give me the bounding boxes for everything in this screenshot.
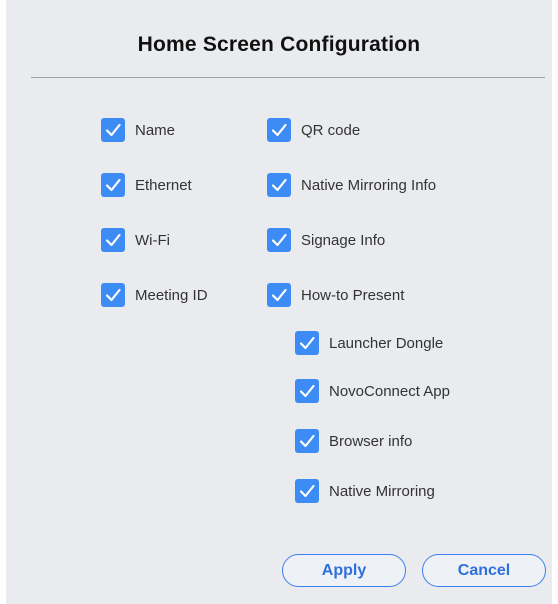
checkmark-icon — [267, 118, 291, 142]
checkbox-name[interactable]: Name — [101, 117, 175, 143]
checkmark-icon — [101, 283, 125, 307]
checkbox-native-mirroring-info[interactable]: Native Mirroring Info — [267, 172, 436, 198]
checkmark-icon — [267, 228, 291, 252]
checkbox-browser-info[interactable]: Browser info — [295, 428, 412, 454]
checkmark-icon — [295, 479, 319, 503]
checkmark-icon — [101, 228, 125, 252]
checkbox-label: Signage Info — [301, 231, 386, 249]
home-screen-config-dialog: Home Screen Configuration Name Ethernet … — [6, 0, 552, 604]
checkbox-novoconnect-app[interactable]: NovoConnect App — [295, 378, 450, 404]
checkmark-icon — [295, 379, 319, 403]
checkbox-wifi[interactable]: Wi-Fi — [101, 227, 170, 253]
checkbox-label: Ethernet — [135, 176, 192, 194]
checkmark-icon — [295, 331, 319, 355]
checkbox-native-mirroring[interactable]: Native Mirroring — [295, 478, 435, 504]
checkbox-label: Meeting ID — [135, 286, 208, 304]
checkbox-label: Name — [135, 121, 176, 139]
checkbox-label: Wi-Fi — [135, 231, 170, 249]
title-divider — [31, 77, 545, 78]
checkmark-icon — [267, 173, 291, 197]
checkmark-icon — [267, 283, 291, 307]
checkbox-meeting-id[interactable]: Meeting ID — [101, 282, 208, 308]
dialog-title: Home Screen Configuration — [137, 33, 421, 56]
checkmark-icon — [101, 173, 125, 197]
checkbox-label: Browser info — [329, 432, 413, 450]
checkbox-label: NovoConnect App — [329, 382, 450, 400]
cancel-button[interactable]: Cancel — [422, 554, 546, 587]
checkbox-how-to-present[interactable]: How-to Present — [267, 282, 404, 308]
checkbox-label: QR code — [301, 121, 361, 139]
checkbox-label: Native Mirroring Info — [301, 176, 437, 194]
checkbox-label: Launcher Dongle — [329, 334, 444, 352]
checkmark-icon — [295, 429, 319, 453]
checkbox-launcher-dongle[interactable]: Launcher Dongle — [295, 330, 443, 356]
checkbox-label: How-to Present — [301, 286, 405, 304]
checkmark-icon — [101, 118, 125, 142]
checkbox-ethernet[interactable]: Ethernet — [101, 172, 192, 198]
checkbox-qr-code[interactable]: QR code — [267, 117, 360, 143]
apply-button[interactable]: Apply — [282, 554, 406, 587]
checkbox-label: Native Mirroring — [329, 482, 435, 500]
checkbox-signage-info[interactable]: Signage Info — [267, 227, 385, 253]
